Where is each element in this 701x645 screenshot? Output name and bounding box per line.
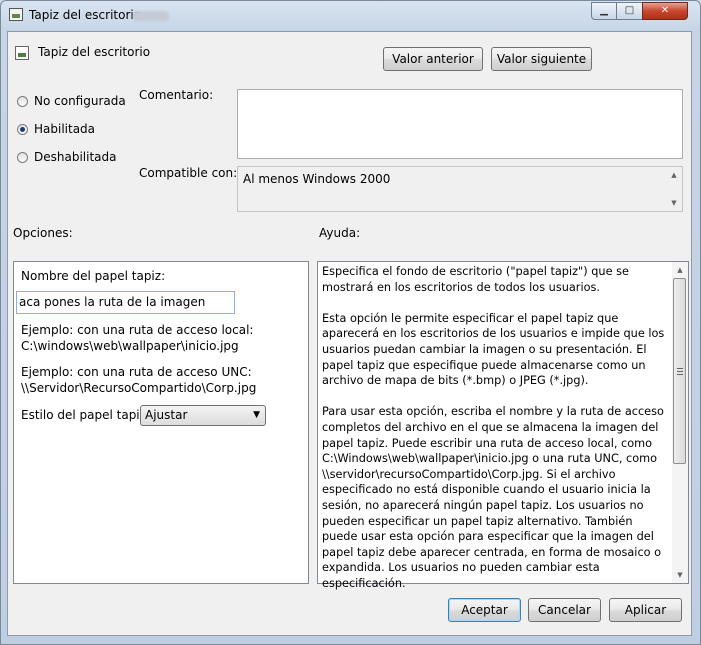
compat-label: Compatible con: xyxy=(139,166,238,180)
wallpaper-style-label: Estilo del papel tapiz: xyxy=(21,408,150,422)
wallpaper-style-value: Ajustar xyxy=(145,408,188,422)
grip-line xyxy=(677,374,683,375)
policy-icon xyxy=(9,8,23,21)
cancel-button[interactable]: Cancelar xyxy=(528,598,601,622)
blurred-title-suffix xyxy=(133,11,169,21)
unc-path-example: Ejemplo: con una ruta de acceso UNC: \\S… xyxy=(21,365,257,395)
chevron-down-icon: ▼ xyxy=(253,410,260,420)
minimize-button[interactable]: ▁ xyxy=(591,2,617,20)
compat-field: Al menos Windows 2000 ▲ ▼ xyxy=(237,166,683,212)
help-scrollbar[interactable]: ▲ ▼ xyxy=(672,262,688,583)
radio-enabled[interactable]: Habilitada xyxy=(17,122,95,136)
options-label: Opciones: xyxy=(13,226,73,240)
accept-button[interactable]: Aceptar xyxy=(448,598,521,622)
radio-label: Habilitada xyxy=(34,122,96,136)
comment-textarea[interactable] xyxy=(237,89,683,159)
scroll-up-arrow-icon[interactable]: ▲ xyxy=(672,263,688,277)
scroll-up-arrow-icon[interactable]: ▲ xyxy=(666,168,682,182)
wallpaper-name-label: Nombre del papel tapiz: xyxy=(21,269,166,283)
options-panel: Nombre del papel tapiz: aca pones la rut… xyxy=(13,261,309,584)
scroll-down-arrow-icon[interactable]: ▼ xyxy=(672,568,688,582)
policy-name: Tapiz del escritorio xyxy=(38,45,151,59)
compat-value: Al menos Windows 2000 xyxy=(243,172,391,186)
dialog-window: Tapiz del escritorio ▁ □ ✕ Tapiz del esc… xyxy=(0,0,701,645)
radio-not-configured[interactable]: No configurada xyxy=(17,94,126,108)
scroll-thumb[interactable] xyxy=(673,278,686,464)
wallpaper-path-input[interactable]: aca pones la ruta de la imagen xyxy=(16,291,235,314)
apply-button[interactable]: Aplicar xyxy=(609,598,682,622)
wallpaper-style-dropdown[interactable]: Ajustar ▼ xyxy=(140,405,266,426)
previous-setting-button[interactable]: Valor anterior xyxy=(383,47,483,71)
radio-circle-selected[interactable] xyxy=(17,123,28,135)
maximize-button[interactable]: □ xyxy=(616,2,643,20)
radio-label: No configurada xyxy=(34,94,126,108)
help-panel: Especifica el fondo de escritorio ("pape… xyxy=(317,261,689,590)
title-bar[interactable]: Tapiz del escritorio ▁ □ ✕ xyxy=(1,1,700,31)
policy-setting-icon xyxy=(15,46,29,60)
radio-disabled[interactable]: Deshabilitada xyxy=(17,150,116,164)
grip-line xyxy=(677,368,683,369)
radio-label: Deshabilitada xyxy=(34,150,117,164)
comment-label: Comentario: xyxy=(139,88,214,102)
dialog-client-area: Tapiz del escritorio Valor anterior Valo… xyxy=(7,31,692,636)
close-button[interactable]: ✕ xyxy=(642,2,688,20)
radio-circle[interactable] xyxy=(17,95,28,107)
wallpaper-path-value: aca pones la ruta de la imagen xyxy=(19,295,206,309)
next-setting-button[interactable]: Valor siguiente xyxy=(491,47,592,71)
radio-circle[interactable] xyxy=(17,151,28,163)
help-text: Especifica el fondo de escritorio ("pape… xyxy=(322,265,665,590)
window-title: Tapiz del escritorio xyxy=(29,8,142,22)
compat-scrollbar[interactable]: ▲ ▼ xyxy=(666,167,682,211)
help-label: Ayuda: xyxy=(319,226,361,240)
local-path-example: Ejemplo: con una ruta de acceso local: C… xyxy=(21,323,254,353)
scroll-down-arrow-icon[interactable]: ▼ xyxy=(666,196,682,210)
grip-line xyxy=(677,371,683,372)
